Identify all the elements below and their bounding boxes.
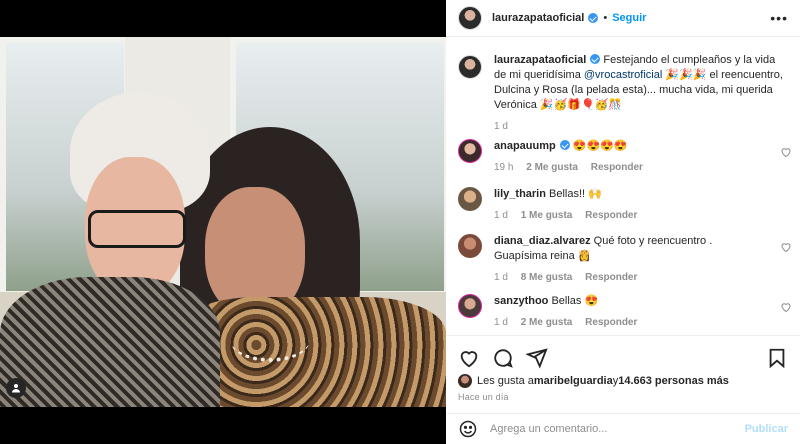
comment-icon[interactable] (492, 347, 514, 369)
comment-avatar[interactable] (458, 139, 482, 163)
reply-button[interactable]: Responder (585, 210, 637, 221)
comment-time[interactable]: 1 d (494, 317, 508, 328)
comment-body: anapauump 😍😍😍😍 19 h 2 Me gusta Responder (494, 139, 764, 175)
reply-button[interactable]: Responder (585, 272, 637, 283)
caption-body: laurazapataoficial Festejando el cumplea… (494, 53, 784, 134)
caption-mention[interactable]: @vrocastroficial (584, 69, 662, 81)
liker-avatar[interactable] (458, 374, 472, 388)
caption-time[interactable]: 1 d (494, 121, 508, 132)
comment-username[interactable]: diana_diaz.alvarez (494, 235, 591, 247)
comments-list[interactable]: laurazapataoficial Festejando el cumplea… (446, 37, 800, 335)
post-time[interactable]: Hace un día (446, 390, 800, 402)
heart-icon[interactable] (458, 347, 480, 369)
comment-item: lily_tharin Bellas!! 🙌 1 d 1 Me gusta Re… (446, 187, 800, 223)
separator-dot: • (603, 12, 608, 24)
verified-icon (559, 140, 570, 150)
verified-icon (588, 13, 599, 23)
post-header: laurazapataoficial • Seguir ••• (446, 0, 800, 37)
comment-time[interactable]: 1 d (494, 210, 508, 221)
comment-time[interactable]: 19 h (494, 162, 513, 173)
comment-text: Bellas!! 🙌 (545, 188, 602, 200)
heart-icon[interactable] (780, 145, 792, 158)
comment-body: diana_diaz.alvarez Qué foto y reencuentr… (494, 234, 764, 285)
comment-input[interactable] (490, 423, 745, 435)
comment-username[interactable]: sanzythoo (494, 295, 548, 307)
author-username[interactable]: laurazapataoficial (492, 12, 584, 24)
bookmark-icon[interactable] (766, 347, 788, 369)
comment-item: anapauump 😍😍😍😍 19 h 2 Me gusta Responder (446, 139, 800, 175)
heart-icon[interactable] (780, 240, 792, 253)
comment-likes[interactable]: 2 Me gusta (526, 162, 578, 173)
verified-icon (590, 54, 601, 64)
author-avatar[interactable] (458, 6, 482, 30)
share-icon[interactable] (526, 347, 548, 369)
post-photo[interactable] (0, 37, 446, 407)
tag-icon[interactable] (6, 378, 26, 398)
more-icon[interactable]: ••• (770, 10, 788, 26)
comment-username[interactable]: anapauump (494, 140, 556, 152)
post-sidebar: laurazapataoficial • Seguir ••• laurazap… (446, 0, 800, 444)
photo-glasses (88, 210, 186, 248)
comment-meta: 1 d 8 Me gusta Responder (494, 270, 764, 285)
caption-username[interactable]: laurazapataoficial (494, 54, 586, 66)
likes-prefix: Les gusta a (477, 375, 534, 387)
comment-time[interactable]: 1 d (494, 272, 508, 283)
comment-form: Publicar (446, 413, 800, 444)
publish-button[interactable]: Publicar (745, 423, 788, 435)
comment-body: sanzythoo Bellas 😍 1 d 2 Me gusta Respon… (494, 294, 764, 330)
likes-summary: Les gusta a maribelguardia y 14.663 pers… (446, 372, 800, 390)
comment-meta: 1 d 1 Me gusta Responder (494, 208, 764, 223)
comment-body: lily_tharin Bellas!! 🙌 1 d 1 Me gusta Re… (494, 187, 764, 223)
comment-avatar[interactable] (458, 234, 482, 258)
comment-avatar[interactable] (458, 187, 482, 211)
caption-meta: 1 d (494, 119, 784, 134)
action-icons (446, 336, 800, 372)
reply-button[interactable]: Responder (585, 317, 637, 328)
comment-text: Bellas 😍 (548, 295, 599, 307)
reply-button[interactable]: Responder (591, 162, 643, 173)
likes-count[interactable]: 14.663 personas más (618, 375, 729, 387)
post-actions: Les gusta a maribelguardia y 14.663 pers… (446, 335, 800, 444)
follow-button[interactable]: Seguir (612, 12, 646, 24)
photo-pane (0, 0, 446, 444)
photo-person-left-body (0, 277, 220, 407)
photo-necklace (230, 317, 310, 362)
comment-likes[interactable]: 8 Me gusta (521, 272, 573, 283)
caption-avatar[interactable] (458, 55, 482, 79)
comment-meta: 1 d 2 Me gusta Responder (494, 315, 764, 330)
heart-icon[interactable] (780, 300, 792, 313)
comment-likes[interactable]: 2 Me gusta (521, 317, 573, 328)
comment-item: diana_diaz.alvarez Qué foto y reencuentr… (446, 234, 800, 285)
post-caption: laurazapataoficial Festejando el cumplea… (446, 37, 800, 134)
comment-avatar[interactable] (458, 294, 482, 318)
comment-text: 😍😍😍😍 (569, 140, 628, 152)
comment-username[interactable]: lily_tharin (494, 188, 546, 200)
comment-likes[interactable]: 1 Me gusta (521, 210, 573, 221)
liker-username[interactable]: maribelguardia (534, 375, 613, 387)
emoji-icon[interactable] (458, 419, 478, 439)
comment-item: sanzythoo Bellas 😍 1 d 2 Me gusta Respon… (446, 294, 800, 330)
comment-meta: 19 h 2 Me gusta Responder (494, 160, 764, 175)
